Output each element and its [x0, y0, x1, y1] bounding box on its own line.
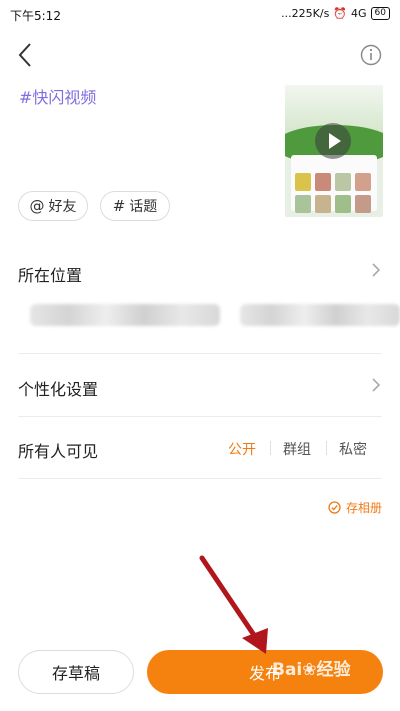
separator	[270, 441, 271, 455]
friends-chip-label: 好友	[48, 199, 77, 215]
hash-icon: #	[112, 197, 126, 215]
thumbnail-cell	[355, 195, 371, 213]
location-label[interactable]: 所在位置	[18, 262, 82, 286]
topic-chip[interactable]: # 话题	[100, 191, 170, 221]
status-time: 下午5:12	[10, 9, 61, 23]
network-speed: ...225K/s	[281, 7, 330, 20]
divider	[18, 478, 382, 479]
mention-friends-chip[interactable]: @ 好友	[18, 191, 88, 221]
save-to-album-toggle[interactable]: 存相册	[328, 499, 382, 516]
check-circle-icon	[328, 501, 341, 514]
visibility-label: 所有人可见	[18, 442, 99, 461]
paw-icon: ❀	[302, 660, 317, 680]
battery-icon: 60	[370, 7, 390, 20]
chevron-right-icon[interactable]	[370, 262, 382, 278]
status-bar: 下午5:12 ...225K/s ⏰ 4G 60	[0, 0, 400, 28]
location-suggestion[interactable]	[240, 304, 400, 326]
at-icon: @	[29, 197, 45, 215]
topic-chip-label: 话题	[129, 199, 158, 215]
divider	[18, 353, 382, 354]
thumbnail-cell	[295, 195, 311, 213]
visibility-option-group[interactable]: 群组	[283, 439, 311, 459]
thumbnail-cell	[315, 195, 331, 213]
info-icon[interactable]	[360, 44, 382, 66]
play-icon[interactable]	[315, 123, 351, 159]
visibility-option-public[interactable]: 公开	[228, 439, 256, 459]
back-arrow-icon[interactable]	[12, 40, 38, 70]
save-to-album-label: 存相册	[345, 501, 382, 515]
watermark-url: jingyan.baidu.com	[286, 695, 370, 705]
thumbnail-cell	[355, 173, 371, 191]
alarm-icon: ⏰	[333, 7, 348, 20]
thumbnail-cell	[335, 173, 351, 191]
signal-text: 4G	[351, 7, 367, 20]
personalize-label[interactable]: 个性化设置	[18, 376, 98, 400]
thumbnail-cell	[335, 195, 351, 213]
divider	[18, 416, 382, 417]
thumbnail-cell	[315, 173, 331, 191]
post-hashtag[interactable]: #快闪视频	[19, 84, 96, 108]
save-draft-button[interactable]: 存草稿	[18, 650, 134, 694]
separator	[326, 441, 327, 455]
watermark-suffix: 经验	[316, 660, 351, 680]
thumbnail-cell	[295, 173, 311, 191]
battery-level: 60	[374, 8, 386, 18]
watermark-brand: Bai	[272, 660, 303, 680]
chevron-right-icon[interactable]	[370, 377, 382, 393]
visibility-option-private[interactable]: 私密	[339, 439, 367, 459]
status-indicators: ...225K/s ⏰ 4G 60	[281, 7, 390, 20]
annotation-arrow	[199, 555, 268, 654]
video-thumbnail[interactable]	[285, 85, 383, 217]
location-suggestion[interactable]	[30, 304, 220, 326]
